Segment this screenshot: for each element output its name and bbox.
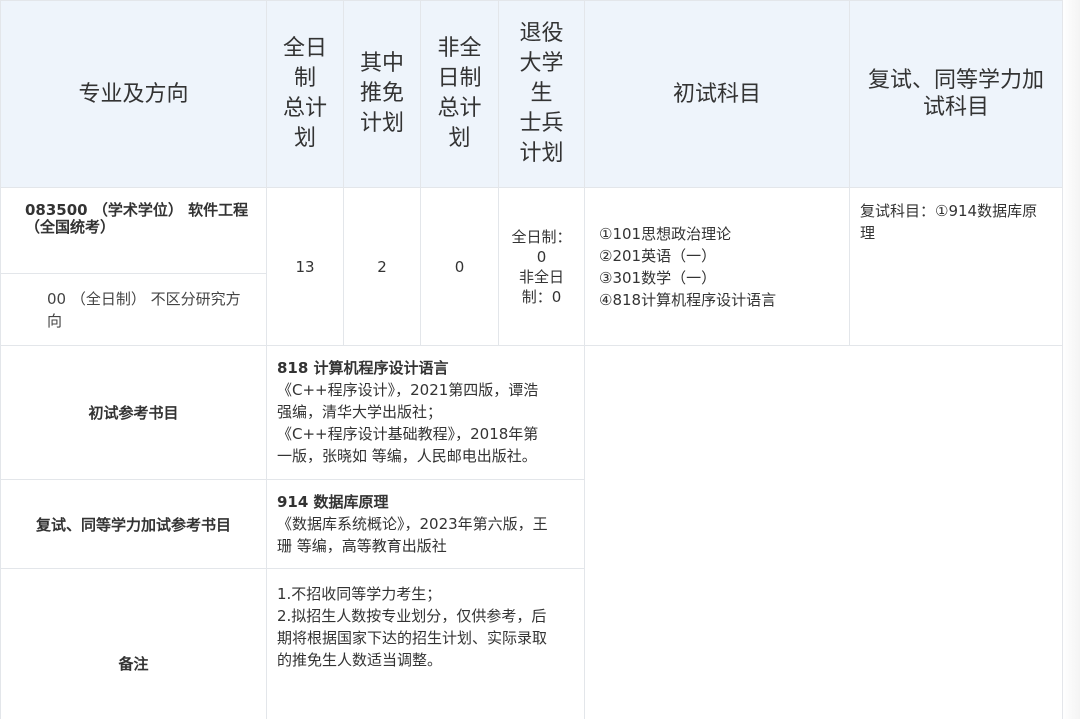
subject-item: ③301数学（一） xyxy=(599,268,717,287)
fulltime-total-cell: 13 xyxy=(266,187,344,346)
initial-books-label-cell: 初试参考书目 xyxy=(0,345,267,480)
table-header-row: 专业及方向 全日 制 总计 划 其中 推免 计划 非全 日制 总计 划 退役 大… xyxy=(0,0,1063,188)
header-veteran-plan: 退役 大学 生 士兵 计划 xyxy=(498,0,585,188)
retest-books-label: 复试、同等学力加试参考书目 xyxy=(35,515,231,534)
page-right-edge xyxy=(1062,0,1080,719)
retest-book-title: 914 数据库原理 xyxy=(277,492,389,511)
retest-books-label-cell: 复试、同等学力加试参考书目 xyxy=(0,479,267,569)
recommended-value: 2 xyxy=(377,257,387,276)
remark-item: 2.拟招生人数按专业划分，仅供参考，后 xyxy=(277,607,547,625)
major-title-cell: 083500 （学术学位） 软件工程 （全国统考） xyxy=(0,187,267,274)
admissions-table: 专业及方向 全日 制 总计 划 其中 推免 计划 非全 日制 总计 划 退役 大… xyxy=(0,0,1063,719)
admissions-table-container: 专业及方向 全日 制 总计 划 其中 推免 计划 非全 日制 总计 划 退役 大… xyxy=(0,0,1063,719)
initial-books-content: 818 计算机程序设计语言 《C++程序设计》，2021第四版，谭浩 强编，清华… xyxy=(266,345,585,480)
empty-right-area xyxy=(584,345,1063,719)
remarks-label: 备注 xyxy=(118,655,149,674)
veteran-plan-cell: 全日制： 0 非全日 制：0 xyxy=(498,187,585,346)
header-initial-subjects: 初试科目 xyxy=(584,0,850,188)
retest-subjects-cell: 复试科目：①914数据库原 理 xyxy=(849,187,1063,346)
header-retest-subjects: 复试、同等学力加 试科目 xyxy=(849,0,1063,188)
remarks-content: 1.不招收同等学力考生； 2.拟招生人数按专业划分，仅供参考，后 期将根据国家下… xyxy=(266,568,585,719)
major-title: 083500 （学术学位） 软件工程 xyxy=(25,201,249,219)
initial-books-row: 初试参考书目 818 计算机程序设计语言 《C++程序设计》，2021第四版，谭… xyxy=(0,345,1063,719)
subject-item: ②201英语（一） xyxy=(599,246,717,265)
parttime-total-value: 0 xyxy=(454,257,465,276)
header-major-direction: 专业及方向 xyxy=(0,0,267,188)
program-row-major: 083500 （学术学位） 软件工程 （全国统考） 13 2 0 全日制： 0 … xyxy=(0,187,1063,346)
header-parttime-plan: 非全 日制 总计 划 xyxy=(420,0,499,188)
header-fulltime-plan: 全日 制 总计 划 xyxy=(266,0,344,188)
parttime-total-cell: 0 xyxy=(420,187,499,346)
retest-books-content: 914 数据库原理 《数据库系统概论》，2023年第六版，王 珊 等编，高等教育… xyxy=(266,479,585,569)
header-recommended-plan: 其中 推免 计划 xyxy=(343,0,421,188)
remark-item: 1.不招收同等学力考生； xyxy=(277,585,442,603)
initial-book-title: 818 计算机程序设计语言 xyxy=(277,359,449,377)
initial-books-label: 初试参考书目 xyxy=(88,404,179,422)
initial-subjects-cell: ①101思想政治理论 ②201英语（一） ③301数学（一） ④818计算机程序… xyxy=(584,187,850,346)
fulltime-total-value: 13 xyxy=(295,257,315,276)
remarks-label-cell: 备注 xyxy=(0,568,267,719)
subject-item: ①101思想政治理论 xyxy=(599,224,732,243)
direction-cell: 00 （全日制） 不区分研究方 向 xyxy=(0,273,267,346)
subject-item: ④818计算机程序设计语言 xyxy=(599,290,777,309)
recommended-cell: 2 xyxy=(343,187,421,346)
research-direction: 00 （全日制） 不区分研究方 xyxy=(47,289,241,308)
